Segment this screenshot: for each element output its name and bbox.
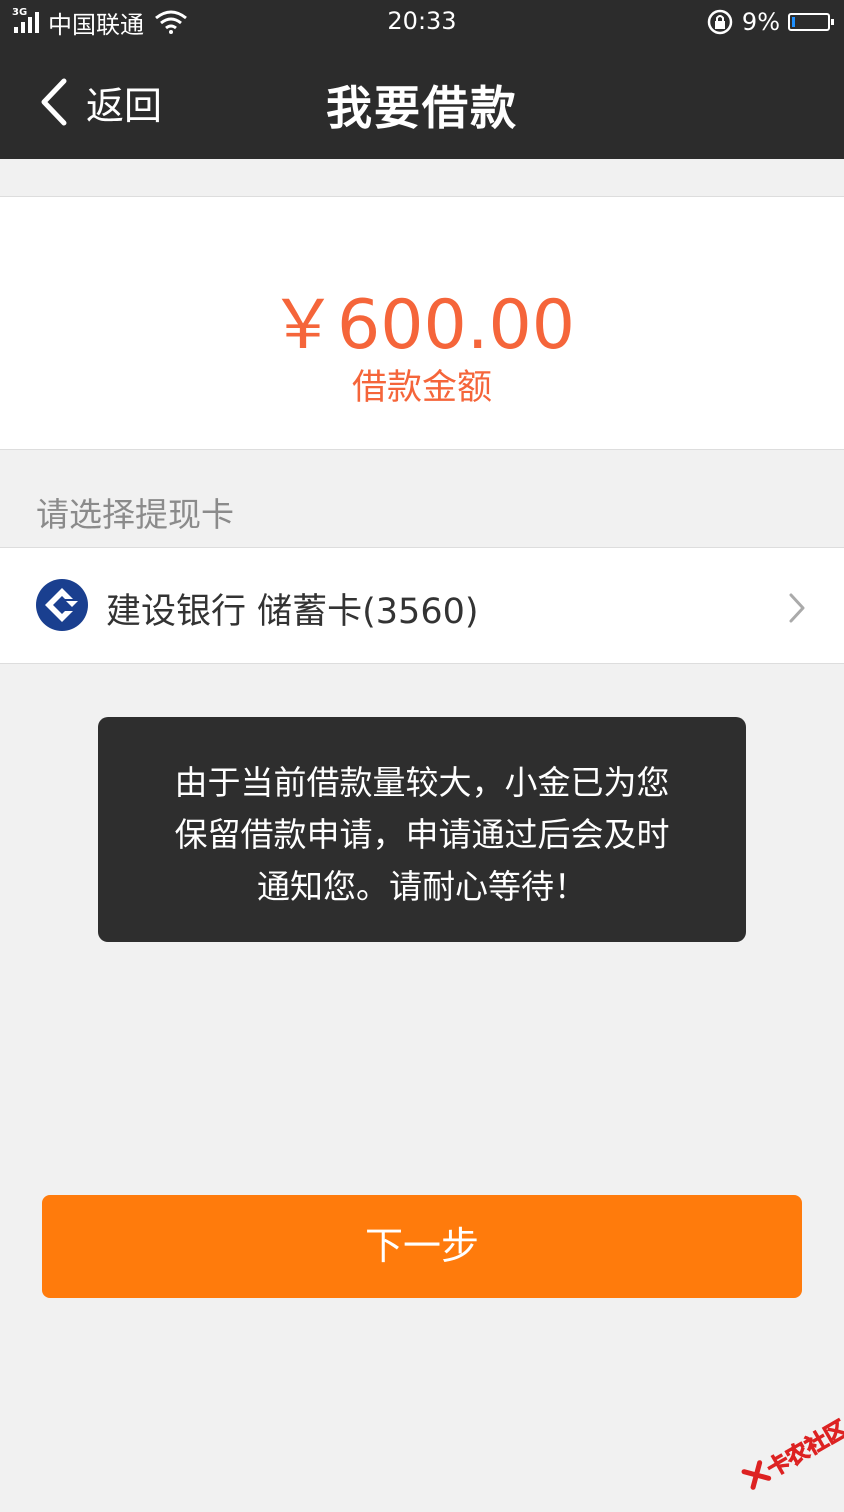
bank-card-label: 建设银行 储蓄卡(3560) <box>106 592 479 632</box>
next-step-button[interactable]: 下一步 <box>42 1195 802 1298</box>
page-title: 我要借款 <box>326 81 518 135</box>
watermark-text: 卡农社区 <box>763 1416 844 1483</box>
battery-percent: 9% <box>741 8 780 36</box>
nav-bar: 返回 我要借款 <box>0 44 844 159</box>
loan-amount-card: ￥600.00 借款金额 <box>0 196 844 450</box>
withdraw-card-row[interactable]: 建设银行 储蓄卡(3560) <box>0 547 844 664</box>
watermark: 卡农社区 <box>728 1398 844 1512</box>
chevron-right-icon <box>789 593 805 623</box>
status-right: 9% <box>706 7 834 37</box>
toast-message: 由于当前借款量较大，小金已为您 保留借款申请，申请通过后会及时 通知您。请耐心等… <box>98 717 746 942</box>
battery-level <box>792 17 795 27</box>
rotation-lock-icon <box>707 9 733 35</box>
toast-line: 保留借款申请，申请通过后会及时 <box>174 815 670 854</box>
ccb-bank-logo-icon <box>36 579 88 631</box>
toast-line: 通知您。请耐心等待！ <box>257 867 587 906</box>
loan-amount-value: ￥600.00 <box>269 286 575 365</box>
battery-icon <box>788 13 834 31</box>
toast-line: 由于当前借款量较大，小金已为您 <box>174 763 670 802</box>
withdraw-card-section-label: 请选择提现卡 <box>36 495 234 534</box>
status-bar: 3G 中国联通 20:33 9% <box>0 0 844 44</box>
loan-amount-label: 借款金额 <box>351 368 492 408</box>
